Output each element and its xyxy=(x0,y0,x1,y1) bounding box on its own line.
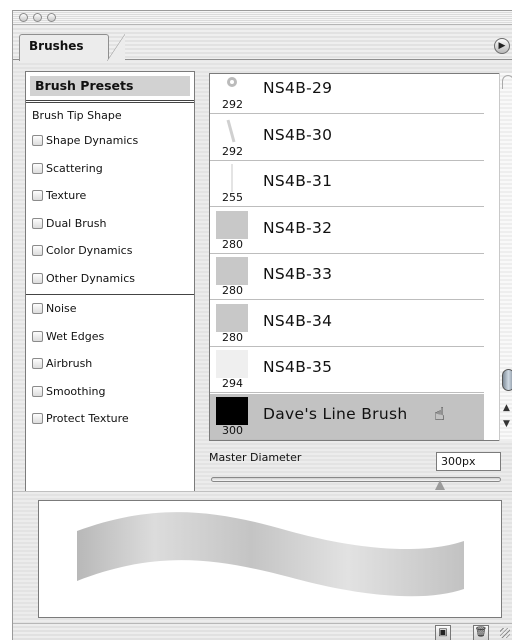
option-checkbox-row[interactable]: Other Dynamics xyxy=(26,265,194,293)
checkbox[interactable] xyxy=(32,385,43,397)
option-label: Airbrush xyxy=(46,357,93,371)
brush-thumbnail xyxy=(216,303,248,332)
brush-thumbnail xyxy=(216,164,248,192)
option-group-extras: Noise Wet Edges Airbrush Smoothing Protect T… xyxy=(26,295,194,433)
title-bar[interactable] xyxy=(13,11,512,25)
close-window-icon[interactable] xyxy=(19,13,28,22)
brush-size: 280 xyxy=(222,330,243,344)
option-checkbox-row[interactable]: Smoothing xyxy=(26,378,194,406)
minimize-window-icon[interactable] xyxy=(33,13,42,22)
option-checkbox-row[interactable]: Color Dynamics xyxy=(26,237,194,265)
checkbox[interactable] xyxy=(32,303,43,315)
list-scrollbar[interactable]: ▲ ▼ xyxy=(499,73,512,441)
option-label: Shape Dynamics xyxy=(46,134,139,148)
brush-preset-row[interactable]: 280 NS4B-32 xyxy=(210,207,484,254)
stroke-preview-area xyxy=(13,491,512,623)
option-label: Noise xyxy=(46,302,77,316)
brush-thumbnail xyxy=(216,350,248,378)
master-diameter-input[interactable] xyxy=(436,452,501,471)
new-preset-icon[interactable]: ▣ xyxy=(435,625,451,640)
option-label: Smoothing xyxy=(46,384,106,398)
resize-grip-icon[interactable] xyxy=(500,628,510,638)
master-diameter-slider[interactable] xyxy=(211,477,501,482)
brush-thumbnail xyxy=(216,210,248,239)
brush-options-list: Brush Presets Brush Tip Shape Shape Dyna… xyxy=(25,71,195,499)
option-checkbox-row[interactable]: Texture xyxy=(26,182,194,210)
brush-size: 292 xyxy=(222,98,243,111)
brush-name: NS4B-33 xyxy=(263,265,333,283)
brush-name: NS4B-31 xyxy=(263,172,333,190)
tab-edge xyxy=(107,34,125,61)
option-label: Other Dynamics xyxy=(46,271,135,285)
option-brush-presets[interactable]: Brush Presets xyxy=(30,76,190,96)
scroll-down-arrow-icon[interactable]: ▼ xyxy=(503,419,510,429)
brush-preset-row[interactable]: 280 NS4B-33 xyxy=(210,254,484,300)
checkbox[interactable] xyxy=(32,217,43,229)
checkbox[interactable] xyxy=(32,358,43,370)
checkbox[interactable] xyxy=(32,245,43,257)
option-label: Texture xyxy=(46,189,87,203)
option-label: Dual Brush xyxy=(46,216,107,230)
master-diameter-label: Master Diameter xyxy=(209,451,302,464)
brush-size: 300 xyxy=(222,423,243,437)
brush-preset-list: 292 NS4B-29 292 NS4B-30 255 NS4B-31 280 NS4B-32… xyxy=(209,73,500,441)
brush-thumbnail xyxy=(216,118,248,146)
option-label: Scattering xyxy=(46,161,103,175)
brush-name: NS4B-35 xyxy=(263,358,333,376)
brush-preset-row[interactable]: 292 NS4B-29 xyxy=(210,74,484,114)
checkbox[interactable] xyxy=(32,330,43,342)
scrollbar-thumb[interactable] xyxy=(502,369,512,391)
option-checkbox-row[interactable]: Dual Brush xyxy=(26,210,194,238)
brush-name: Dave's Line Brush xyxy=(263,404,408,423)
panel-menu-arrow-icon[interactable]: ▶ xyxy=(494,38,510,54)
brush-size: 292 xyxy=(222,144,243,158)
checkbox[interactable] xyxy=(32,413,43,425)
brush-preset-row[interactable]: 300 Dave's Line Brush ☝ xyxy=(210,393,484,440)
option-checkbox-row[interactable]: Wet Edges xyxy=(26,323,194,351)
option-brush-tip-shape[interactable]: Brush Tip Shape xyxy=(26,103,194,127)
option-checkbox-row[interactable]: Noise xyxy=(26,295,194,323)
brush-size: 255 xyxy=(222,191,243,204)
brushes-panel-window: Brushes ▶ Brush Presets Brush Tip Shape … xyxy=(12,10,512,640)
panel-footer: ▣ 🗑 xyxy=(13,623,512,640)
scrollbar-top-cap xyxy=(502,75,512,89)
window-controls xyxy=(19,13,56,22)
brush-size: 280 xyxy=(222,237,243,251)
brush-thumbnail xyxy=(216,396,248,425)
checkbox[interactable] xyxy=(32,162,43,174)
option-checkbox-row[interactable]: Airbrush xyxy=(26,350,194,378)
option-label: Protect Texture xyxy=(46,412,129,426)
stroke-preview-graphic xyxy=(77,512,464,597)
brush-size: 280 xyxy=(222,284,243,297)
brush-preset-row[interactable]: 292 NS4B-30 xyxy=(210,114,484,161)
option-checkbox-row[interactable]: Protect Texture xyxy=(26,405,194,433)
tab-brushes[interactable]: Brushes xyxy=(19,34,109,61)
option-label: Wet Edges xyxy=(46,329,105,343)
brush-name: NS4B-30 xyxy=(263,125,333,144)
option-label: Color Dynamics xyxy=(46,244,133,258)
brush-preset-row[interactable]: 280 NS4B-34 xyxy=(210,300,484,347)
option-group-dynamics: Shape Dynamics Scattering Texture Dual Brus… xyxy=(26,127,194,292)
option-checkbox-row[interactable]: Shape Dynamics xyxy=(26,127,194,155)
tab-row: Brushes ▶ xyxy=(13,26,512,61)
brush-thumbnail xyxy=(216,257,248,285)
divider xyxy=(26,100,194,101)
option-checkbox-row[interactable]: Scattering xyxy=(26,155,194,183)
checkbox[interactable] xyxy=(32,190,43,202)
scroll-up-arrow-icon[interactable]: ▲ xyxy=(503,403,510,413)
brush-name: NS4B-29 xyxy=(263,79,333,97)
brush-thumbnail xyxy=(216,74,248,99)
checkbox[interactable] xyxy=(32,135,43,147)
master-diameter-slider-knob[interactable] xyxy=(435,480,446,490)
trash-icon[interactable]: 🗑 xyxy=(473,625,489,640)
brush-preset-row[interactable]: 255 NS4B-31 xyxy=(210,161,484,207)
stroke-preview xyxy=(38,500,502,618)
brush-size: 294 xyxy=(222,377,243,390)
brush-name: NS4B-34 xyxy=(263,311,333,330)
brush-preset-row[interactable]: 294 NS4B-35 xyxy=(210,347,484,393)
checkbox[interactable] xyxy=(32,272,43,284)
brush-name: NS4B-32 xyxy=(263,218,333,237)
zoom-window-icon[interactable] xyxy=(47,13,56,22)
hand-cursor-icon: ☝ xyxy=(434,403,445,425)
